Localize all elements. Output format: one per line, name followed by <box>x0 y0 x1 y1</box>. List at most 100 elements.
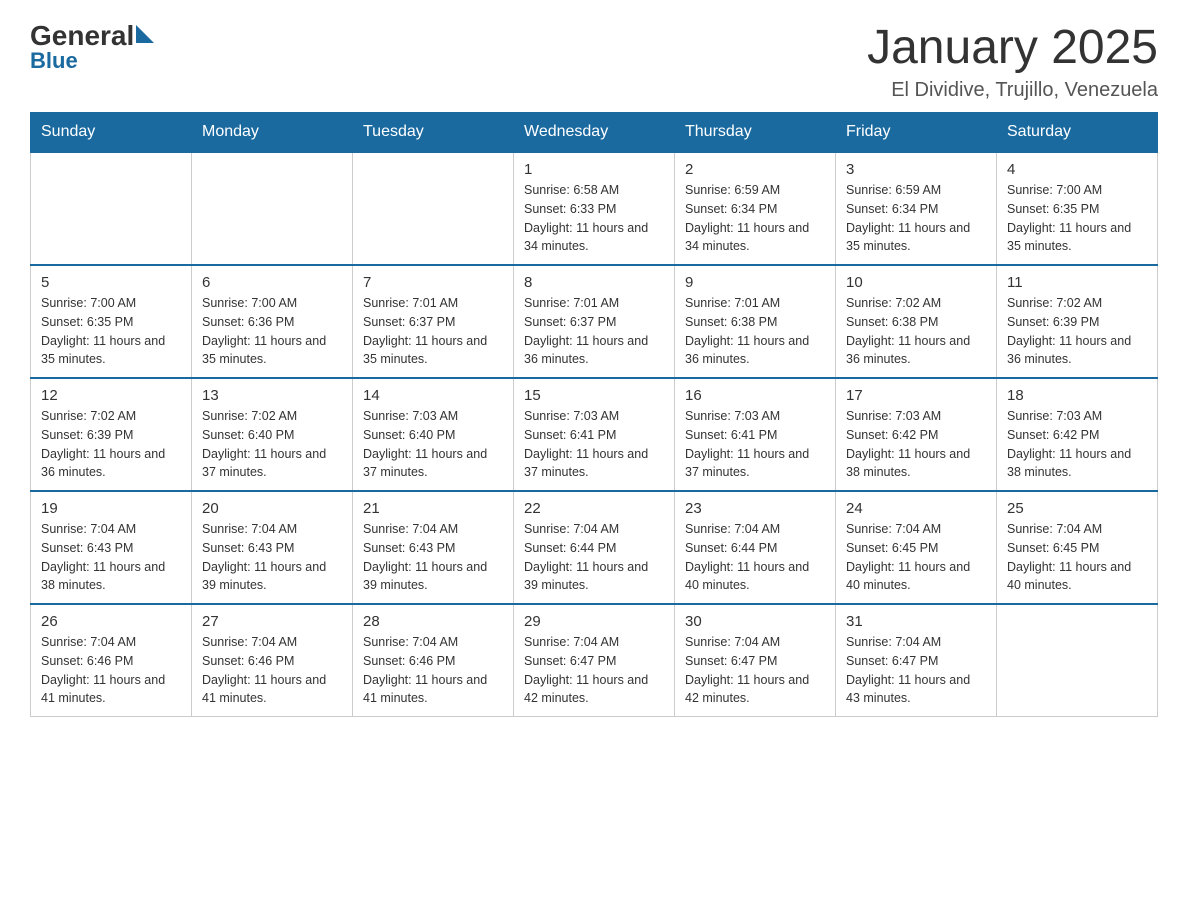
calendar-cell: 3 Sunrise: 6:59 AM Sunset: 6:34 PM Daylig… <box>836 152 997 265</box>
calendar-cell: 29Sunrise: 7:04 AM Sunset: 6:47 PM Dayli… <box>514 604 675 717</box>
location-label: El Dividive, Trujillo, Venezuela <box>867 79 1158 102</box>
day-number: 8 <box>524 274 664 291</box>
calendar-cell: 14 Sunrise: 7:03 AM Sunset: 6:40 PM Dayli… <box>353 378 514 491</box>
day-number: 20 <box>202 500 342 517</box>
day-info: Sunrise: 7:03 AM Sunset: 6:42 PM Dayligh… <box>846 409 970 479</box>
calendar-cell: 17 Sunrise: 7:03 AM Sunset: 6:42 PM Dayli… <box>836 378 997 491</box>
day-info: Sunrise: 7:02 AM Sunset: 6:40 PM Dayligh… <box>202 409 326 479</box>
calendar-cell: 27 Sunrise: 7:04 AM Sunset: 6:46 PM Dayli… <box>192 604 353 717</box>
logo-blue-text: Blue <box>30 48 78 74</box>
calendar-cell: 11 Sunrise: 7:02 AM Sunset: 6:39 PM Dayli… <box>997 265 1158 378</box>
day-info: Sunrise: 7:02 AM Sunset: 6:38 PM Dayligh… <box>846 296 970 366</box>
day-number: 22 <box>524 500 664 517</box>
calendar-cell: 2 Sunrise: 6:59 AM Sunset: 6:34 PM Daylig… <box>675 152 836 265</box>
day-info: Sunrise: 7:01 AM Sunset: 6:37 PM Dayligh… <box>524 296 648 366</box>
day-number: 19 <box>41 500 181 517</box>
day-number: 18 <box>1007 387 1147 404</box>
calendar-cell: 31 Sunrise: 7:04 AM Sunset: 6:47 PM Dayli… <box>836 604 997 717</box>
day-info: Sunrise: 6:58 AM Sunset: 6:33 PM Dayligh… <box>524 183 648 253</box>
calendar-header-sunday: Sunday <box>31 113 192 153</box>
day-number: 17 <box>846 387 986 404</box>
day-info: Sunrise: 7:01 AM Sunset: 6:37 PM Dayligh… <box>363 296 487 366</box>
calendar-week-1: 1 Sunrise: 6:58 AM Sunset: 6:33 PM Daylig… <box>31 152 1158 265</box>
day-info: Sunrise: 7:04 AM Sunset: 6:43 PM Dayligh… <box>363 522 487 592</box>
day-info: Sunrise: 7:02 AM Sunset: 6:39 PM Dayligh… <box>1007 296 1131 366</box>
calendar-cell <box>997 604 1158 717</box>
calendar-cell: 9 Sunrise: 7:01 AM Sunset: 6:38 PM Daylig… <box>675 265 836 378</box>
day-number: 25 <box>1007 500 1147 517</box>
day-number: 30 <box>685 613 825 630</box>
day-info: Sunrise: 7:00 AM Sunset: 6:35 PM Dayligh… <box>41 296 165 366</box>
day-number: 3 <box>846 161 986 178</box>
day-info: Sunrise: 7:04 AM Sunset: 6:47 PM Dayligh… <box>846 635 970 705</box>
day-info: Sunrise: 7:03 AM Sunset: 6:41 PM Dayligh… <box>685 409 809 479</box>
day-info: Sunrise: 7:04 AM Sunset: 6:45 PM Dayligh… <box>1007 522 1131 592</box>
calendar-cell: 25 Sunrise: 7:04 AM Sunset: 6:45 PM Dayli… <box>997 491 1158 604</box>
day-number: 5 <box>41 274 181 291</box>
day-number: 23 <box>685 500 825 517</box>
calendar-cell: 21 Sunrise: 7:04 AM Sunset: 6:43 PM Dayli… <box>353 491 514 604</box>
calendar-cell: 18 Sunrise: 7:03 AM Sunset: 6:42 PM Dayli… <box>997 378 1158 491</box>
day-info: Sunrise: 7:01 AM Sunset: 6:38 PM Dayligh… <box>685 296 809 366</box>
calendar-cell: 26Sunrise: 7:04 AM Sunset: 6:46 PM Dayli… <box>31 604 192 717</box>
calendar-cell: 30 Sunrise: 7:04 AM Sunset: 6:47 PM Dayli… <box>675 604 836 717</box>
logo-arrow-icon <box>136 25 154 43</box>
day-number: 16 <box>685 387 825 404</box>
calendar-cell: 8 Sunrise: 7:01 AM Sunset: 6:37 PM Daylig… <box>514 265 675 378</box>
day-number: 21 <box>363 500 503 517</box>
day-info: Sunrise: 7:03 AM Sunset: 6:41 PM Dayligh… <box>524 409 648 479</box>
calendar-cell <box>353 152 514 265</box>
day-number: 31 <box>846 613 986 630</box>
day-number: 10 <box>846 274 986 291</box>
day-number: 7 <box>363 274 503 291</box>
day-info: Sunrise: 7:04 AM Sunset: 6:46 PM Dayligh… <box>41 635 165 705</box>
logo: General Blue <box>30 20 154 74</box>
day-info: Sunrise: 7:04 AM Sunset: 6:43 PM Dayligh… <box>202 522 326 592</box>
calendar-cell: 19 Sunrise: 7:04 AM Sunset: 6:43 PM Dayli… <box>31 491 192 604</box>
calendar-cell <box>192 152 353 265</box>
calendar-cell: 24Sunrise: 7:04 AM Sunset: 6:45 PM Dayli… <box>836 491 997 604</box>
calendar-cell: 6Sunrise: 7:00 AM Sunset: 6:36 PM Daylig… <box>192 265 353 378</box>
calendar-cell: 23 Sunrise: 7:04 AM Sunset: 6:44 PM Dayli… <box>675 491 836 604</box>
day-info: Sunrise: 7:03 AM Sunset: 6:40 PM Dayligh… <box>363 409 487 479</box>
calendar-cell: 22 Sunrise: 7:04 AM Sunset: 6:44 PM Dayli… <box>514 491 675 604</box>
calendar-cell: 1 Sunrise: 6:58 AM Sunset: 6:33 PM Daylig… <box>514 152 675 265</box>
day-info: Sunrise: 7:00 AM Sunset: 6:36 PM Dayligh… <box>202 296 326 366</box>
month-title: January 2025 <box>867 20 1158 75</box>
calendar-header-tuesday: Tuesday <box>353 113 514 153</box>
day-info: Sunrise: 7:03 AM Sunset: 6:42 PM Dayligh… <box>1007 409 1131 479</box>
calendar-cell: 4Sunrise: 7:00 AM Sunset: 6:35 PM Daylig… <box>997 152 1158 265</box>
page-header: General Blue January 2025 El Dividive, T… <box>30 20 1158 102</box>
day-number: 14 <box>363 387 503 404</box>
calendar-week-5: 26Sunrise: 7:04 AM Sunset: 6:46 PM Dayli… <box>31 604 1158 717</box>
calendar-week-4: 19 Sunrise: 7:04 AM Sunset: 6:43 PM Dayli… <box>31 491 1158 604</box>
calendar-cell: 7 Sunrise: 7:01 AM Sunset: 6:37 PM Daylig… <box>353 265 514 378</box>
day-number: 2 <box>685 161 825 178</box>
calendar-cell: 5 Sunrise: 7:00 AM Sunset: 6:35 PM Daylig… <box>31 265 192 378</box>
day-number: 27 <box>202 613 342 630</box>
day-info: Sunrise: 7:00 AM Sunset: 6:35 PM Dayligh… <box>1007 183 1131 253</box>
calendar-header-thursday: Thursday <box>675 113 836 153</box>
calendar-cell <box>31 152 192 265</box>
day-info: Sunrise: 6:59 AM Sunset: 6:34 PM Dayligh… <box>846 183 970 253</box>
day-number: 29 <box>524 613 664 630</box>
calendar-cell: 10 Sunrise: 7:02 AM Sunset: 6:38 PM Dayli… <box>836 265 997 378</box>
day-info: Sunrise: 7:04 AM Sunset: 6:43 PM Dayligh… <box>41 522 165 592</box>
day-number: 15 <box>524 387 664 404</box>
day-number: 12 <box>41 387 181 404</box>
day-info: Sunrise: 7:04 AM Sunset: 6:44 PM Dayligh… <box>524 522 648 592</box>
day-number: 11 <box>1007 274 1147 291</box>
calendar-table: SundayMondayTuesdayWednesdayThursdayFrid… <box>30 112 1158 717</box>
day-info: Sunrise: 7:04 AM Sunset: 6:47 PM Dayligh… <box>685 635 809 705</box>
day-number: 28 <box>363 613 503 630</box>
calendar-header-row: SundayMondayTuesdayWednesdayThursdayFrid… <box>31 113 1158 153</box>
day-number: 1 <box>524 161 664 178</box>
day-number: 9 <box>685 274 825 291</box>
calendar-header-wednesday: Wednesday <box>514 113 675 153</box>
title-section: January 2025 El Dividive, Trujillo, Vene… <box>867 20 1158 102</box>
day-info: Sunrise: 7:04 AM Sunset: 6:46 PM Dayligh… <box>202 635 326 705</box>
day-info: Sunrise: 7:04 AM Sunset: 6:44 PM Dayligh… <box>685 522 809 592</box>
calendar-header-friday: Friday <box>836 113 997 153</box>
day-info: Sunrise: 7:02 AM Sunset: 6:39 PM Dayligh… <box>41 409 165 479</box>
day-info: Sunrise: 6:59 AM Sunset: 6:34 PM Dayligh… <box>685 183 809 253</box>
